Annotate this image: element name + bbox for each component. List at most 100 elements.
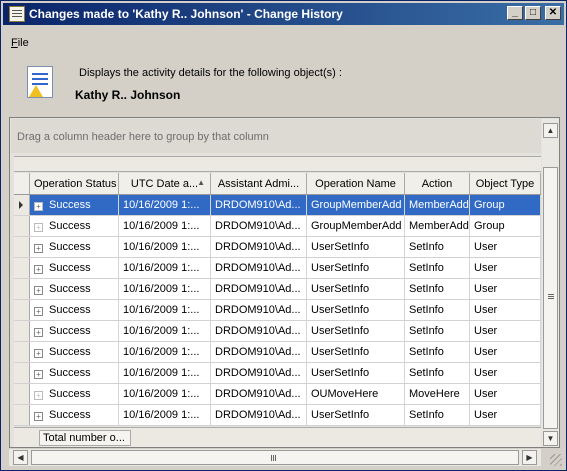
vertical-scroll-thumb[interactable] bbox=[543, 167, 558, 429]
expand-plus-icon[interactable]: + bbox=[34, 202, 43, 211]
table-row[interactable]: + Success 10/16/2009 1:... DRDOM910\Ad... OU… bbox=[14, 384, 541, 405]
expand-plus-icon[interactable]: + bbox=[34, 265, 43, 274]
cell-date[interactable]: 10/16/2009 1:... bbox=[119, 300, 211, 320]
row-selector[interactable] bbox=[14, 258, 30, 278]
horizontal-scroll-thumb[interactable] bbox=[31, 450, 519, 465]
maximize-button[interactable]: □ bbox=[525, 6, 541, 20]
scroll-left-button[interactable]: ◀ bbox=[13, 450, 28, 465]
cell-action[interactable]: SetInfo bbox=[405, 279, 470, 299]
cell-action[interactable]: SetInfo bbox=[405, 237, 470, 257]
cell-status[interactable]: + Success bbox=[30, 258, 119, 278]
cell-status[interactable]: + Success bbox=[30, 342, 119, 362]
cell-type[interactable]: User bbox=[470, 363, 541, 383]
cell-type[interactable]: User bbox=[470, 384, 541, 404]
cell-operation[interactable]: GroupMemberAdd bbox=[307, 195, 405, 215]
cell-admin[interactable]: DRDOM910\Ad... bbox=[211, 216, 307, 236]
cell-status[interactable]: + Success bbox=[30, 363, 119, 383]
cell-admin[interactable]: DRDOM910\Ad... bbox=[211, 237, 307, 257]
row-selector[interactable] bbox=[14, 363, 30, 383]
column-header-3[interactable]: Operation Name bbox=[307, 173, 405, 194]
cell-action[interactable]: MemberAdd bbox=[405, 195, 470, 215]
row-selector[interactable] bbox=[14, 300, 30, 320]
table-row[interactable]: + Success 10/16/2009 1:... DRDOM910\Ad... Us… bbox=[14, 279, 541, 300]
cell-type[interactable]: User bbox=[470, 321, 541, 341]
cell-date[interactable]: 10/16/2009 1:... bbox=[119, 237, 211, 257]
scroll-down-button[interactable]: ▼ bbox=[543, 431, 558, 446]
cell-action[interactable]: SetInfo bbox=[405, 321, 470, 341]
cell-action[interactable]: MemberAdd bbox=[405, 216, 470, 236]
cell-status[interactable]: + Success bbox=[30, 405, 119, 425]
cell-date[interactable]: 10/16/2009 1:... bbox=[119, 216, 211, 236]
cell-admin[interactable]: DRDOM910\Ad... bbox=[211, 258, 307, 278]
cell-date[interactable]: 10/16/2009 1:... bbox=[119, 405, 211, 425]
row-selector[interactable] bbox=[14, 216, 30, 236]
cell-admin[interactable]: DRDOM910\Ad... bbox=[211, 363, 307, 383]
cell-operation[interactable]: UserSetInfo bbox=[307, 342, 405, 362]
scroll-up-button[interactable]: ▲ bbox=[543, 123, 558, 138]
table-row[interactable]: + Success 10/16/2009 1:... DRDOM910\Ad... Us… bbox=[14, 258, 541, 279]
cell-operation[interactable]: GroupMemberAdd bbox=[307, 216, 405, 236]
cell-operation[interactable]: UserSetInfo bbox=[307, 237, 405, 257]
expand-plus-icon[interactable]: + bbox=[34, 286, 43, 295]
expand-plus-icon[interactable]: + bbox=[34, 391, 43, 400]
cell-admin[interactable]: DRDOM910\Ad... bbox=[211, 195, 307, 215]
title-bar[interactable]: Changes made to 'Kathy R.. Johnson' - Ch… bbox=[3, 3, 564, 25]
cell-admin[interactable]: DRDOM910\Ad... bbox=[211, 321, 307, 341]
expand-plus-icon[interactable]: + bbox=[34, 244, 43, 253]
expand-plus-icon[interactable]: + bbox=[34, 328, 43, 337]
cell-date[interactable]: 10/16/2009 1:... bbox=[119, 321, 211, 341]
row-selector[interactable] bbox=[14, 384, 30, 404]
cell-status[interactable]: + Success bbox=[30, 195, 119, 215]
resize-grip-icon[interactable] bbox=[550, 454, 562, 466]
cell-type[interactable]: User bbox=[470, 405, 541, 425]
minimize-button[interactable]: _ bbox=[507, 6, 523, 20]
horizontal-scrollbar[interactable]: ◀ ▶ bbox=[9, 449, 541, 466]
expand-plus-icon[interactable]: + bbox=[34, 349, 43, 358]
scroll-right-button[interactable]: ▶ bbox=[522, 450, 537, 465]
cell-action[interactable]: SetInfo bbox=[405, 258, 470, 278]
cell-admin[interactable]: DRDOM910\Ad... bbox=[211, 300, 307, 320]
cell-operation[interactable]: UserSetInfo bbox=[307, 405, 405, 425]
cell-status[interactable]: + Success bbox=[30, 216, 119, 236]
cell-status[interactable]: + Success bbox=[30, 279, 119, 299]
cell-admin[interactable]: DRDOM910\Ad... bbox=[211, 342, 307, 362]
cell-admin[interactable]: DRDOM910\Ad... bbox=[211, 384, 307, 404]
vertical-scrollbar[interactable]: ▲ ▼ bbox=[542, 119, 559, 447]
cell-operation[interactable]: OUMoveHere bbox=[307, 384, 405, 404]
cell-date[interactable]: 10/16/2009 1:... bbox=[119, 195, 211, 215]
column-header-4[interactable]: Action bbox=[405, 173, 470, 194]
cell-operation[interactable]: UserSetInfo bbox=[307, 258, 405, 278]
cell-operation[interactable]: UserSetInfo bbox=[307, 279, 405, 299]
cell-type[interactable]: User bbox=[470, 300, 541, 320]
cell-status[interactable]: + Success bbox=[30, 300, 119, 320]
expand-plus-icon[interactable]: + bbox=[34, 223, 43, 232]
column-header-1[interactable]: UTC Date a... ▲ bbox=[119, 173, 211, 194]
cell-operation[interactable]: UserSetInfo bbox=[307, 363, 405, 383]
column-header-5[interactable]: Object Type bbox=[470, 173, 541, 194]
cell-date[interactable]: 10/16/2009 1:... bbox=[119, 258, 211, 278]
cell-operation[interactable]: UserSetInfo bbox=[307, 321, 405, 341]
cell-type[interactable]: User bbox=[470, 279, 541, 299]
expand-plus-icon[interactable]: + bbox=[34, 307, 43, 316]
cell-admin[interactable]: DRDOM910\Ad... bbox=[211, 279, 307, 299]
row-selector[interactable] bbox=[14, 405, 30, 425]
table-row[interactable]: + Success 10/16/2009 1:... DRDOM910\Ad... Us… bbox=[14, 363, 541, 384]
row-selector[interactable] bbox=[14, 321, 30, 341]
column-header-2[interactable]: Assistant Admi... bbox=[211, 173, 307, 194]
row-selector[interactable] bbox=[14, 195, 30, 215]
cell-date[interactable]: 10/16/2009 1:... bbox=[119, 279, 211, 299]
cell-type[interactable]: Group bbox=[470, 216, 541, 236]
cell-status[interactable]: + Success bbox=[30, 384, 119, 404]
row-selector[interactable] bbox=[14, 342, 30, 362]
cell-action[interactable]: SetInfo bbox=[405, 405, 470, 425]
close-button[interactable]: ✕ bbox=[545, 6, 561, 20]
cell-action[interactable]: SetInfo bbox=[405, 363, 470, 383]
table-row[interactable]: + Success 10/16/2009 1:... DRDOM910\Ad... Us… bbox=[14, 342, 541, 363]
cell-type[interactable]: User bbox=[470, 258, 541, 278]
table-row[interactable]: + Success 10/16/2009 1:... DRDOM910\Ad... Us… bbox=[14, 405, 541, 426]
cell-date[interactable]: 10/16/2009 1:... bbox=[119, 384, 211, 404]
table-row[interactable]: + Success 10/16/2009 1:... DRDOM910\Ad... Us… bbox=[14, 237, 541, 258]
row-selector[interactable] bbox=[14, 279, 30, 299]
table-row[interactable]: + Success 10/16/2009 1:... DRDOM910\Ad... Gr… bbox=[14, 195, 541, 216]
row-selector[interactable] bbox=[14, 237, 30, 257]
